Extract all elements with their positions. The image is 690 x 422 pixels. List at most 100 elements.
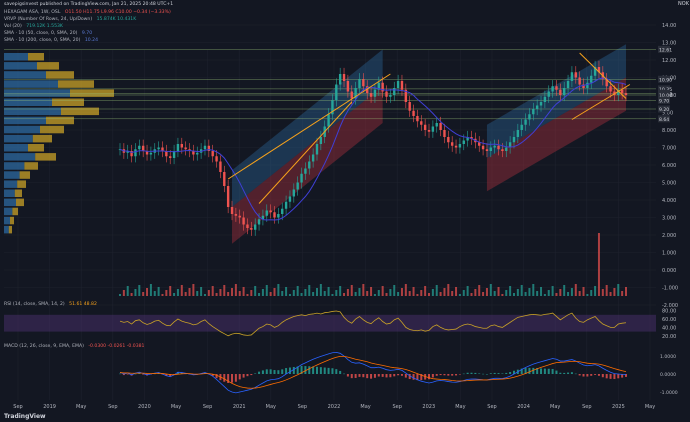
- volume-bar: [385, 293, 388, 296]
- profile-bar-up: [4, 216, 10, 225]
- macd-histogram-bar: [261, 370, 264, 374]
- volume-bar: [130, 293, 133, 296]
- profile-bar-up: [4, 125, 40, 134]
- profile-bar-up: [4, 116, 46, 125]
- candle-body: [169, 156, 172, 158]
- y-tick-label: 14.00: [662, 23, 676, 29]
- volume-bar: [265, 285, 268, 296]
- volume-bar: [285, 287, 288, 296]
- candle-body: [311, 154, 315, 162]
- volume-bar: [335, 290, 338, 296]
- x-tick-label: May: [76, 404, 86, 410]
- profile-bar-down: [19, 171, 30, 179]
- macd-histogram-bar: [343, 373, 346, 375]
- volume-bar: [509, 286, 512, 296]
- volume-bar: [540, 287, 543, 296]
- volume-bar: [315, 288, 318, 296]
- candle-body: [219, 161, 222, 172]
- x-tick-label: 2023: [422, 404, 435, 410]
- y-tick-label: -1.000: [662, 286, 678, 292]
- macd-histogram-bar: [404, 374, 407, 378]
- macd-histogram-bar: [505, 372, 508, 374]
- macd-histogram-bar: [451, 374, 454, 376]
- volume-bar: [532, 284, 535, 296]
- x-tick-label: May: [171, 404, 181, 410]
- volume-bar: [242, 287, 245, 296]
- price-chart[interactable]: -2.000-1.0000.0001.0002.0003.0004.0005.0…: [0, 0, 690, 422]
- candle-body: [265, 210, 268, 216]
- candle-body: [277, 214, 280, 218]
- rsi-legend[interactable]: RSI (14, close, SMA, 14, 2) 51.61 48.82: [4, 302, 100, 308]
- candle-body: [346, 81, 350, 92]
- macd-legend[interactable]: MACD (12, 26, close, 9, EMA, EMA) -0.030…: [4, 344, 147, 350]
- macd-histogram-bar: [497, 373, 500, 374]
- volume-bar: [149, 284, 152, 296]
- macd-histogram-bar: [358, 374, 361, 377]
- macd-histogram-bar: [543, 368, 546, 374]
- volume-bar: [211, 286, 214, 296]
- volume-bar: [466, 286, 469, 296]
- profile-bar-down: [10, 216, 14, 225]
- symbol-legend[interactable]: HEXAGAM ASA, 1W, OSL O11.50 H11.75 L9.96…: [4, 10, 174, 16]
- volume-bar: [350, 285, 353, 296]
- volume-bar: [184, 292, 187, 296]
- macd-histogram-bar: [489, 373, 492, 374]
- x-tick-label: Sep: [487, 404, 496, 410]
- publish-line: savepigsinvest published on TradingView.…: [4, 2, 174, 7]
- sma50-value: 9.70: [81, 31, 93, 36]
- volume-bar: [597, 233, 600, 296]
- vrvp-legend[interactable]: VRVP (Number Of Rows, 24, Up/Down) 15.87…: [4, 17, 139, 23]
- candle-body: [543, 96, 547, 102]
- volume-bar: [223, 285, 226, 296]
- y-tick-label: 4.000: [662, 198, 676, 204]
- price-label: 9.20: [659, 107, 669, 113]
- macd-histogram-bar: [339, 370, 342, 374]
- candle-body: [196, 152, 199, 155]
- volume-bar: [296, 286, 299, 296]
- profile-bar-up: [4, 80, 58, 88]
- profile-bar-down: [46, 71, 74, 79]
- volume-bar: [308, 285, 311, 296]
- macd-histogram-bar: [428, 374, 431, 380]
- volume-bar: [188, 288, 191, 296]
- candle-body: [570, 72, 574, 81]
- candle-body: [138, 145, 141, 150]
- candle-body: [203, 145, 207, 150]
- volume-bar: [277, 284, 280, 296]
- volume-bar: [126, 286, 129, 296]
- profile-bar-up: [4, 189, 15, 197]
- volume-bar: [327, 287, 330, 296]
- macd-histogram-bar: [281, 369, 284, 374]
- sma50-legend[interactable]: SMA · 10 (50, close, 0, SMA, 20) 9.70: [4, 31, 95, 37]
- candle-body: [420, 121, 423, 125]
- volume-bar: [489, 284, 492, 296]
- volume-bar: [420, 290, 423, 296]
- volume-bar: [323, 291, 326, 296]
- candle-body: [269, 210, 272, 213]
- macd-histogram-bar: [285, 368, 288, 374]
- x-tick-label: 2020: [138, 404, 151, 410]
- candle-body: [520, 124, 523, 130]
- volume-bar: [412, 287, 415, 296]
- macd-histogram-bar: [308, 366, 311, 374]
- volume-bar: [528, 288, 531, 296]
- volume-bar: [574, 284, 577, 296]
- profile-bar-up: [4, 180, 18, 188]
- vol-legend[interactable]: Vol (20) 719.12K 1.553K: [4, 24, 66, 30]
- candle-body: [578, 77, 581, 85]
- volume-bar: [219, 289, 222, 296]
- volume-bar: [346, 289, 349, 296]
- macd-histogram-bar: [443, 374, 446, 376]
- volume-bar: [373, 294, 376, 296]
- rsi-tick-label: 40.00: [662, 325, 676, 331]
- sma200-legend[interactable]: SMA · 10 (200, close, 0, SMA, 20) 10.24: [4, 38, 101, 44]
- profile-bar-down: [58, 80, 94, 88]
- profile-bar-up: [4, 53, 28, 61]
- volume-bar: [563, 285, 566, 296]
- time-axis[interactable]: Sep 2019 May Sep 2020 May Sep 2021 May Sep 2022 May…: [13, 404, 655, 410]
- tradingview-logo[interactable]: TradingView: [4, 413, 46, 420]
- macd-histogram-bar: [370, 374, 373, 379]
- candle-body: [288, 196, 292, 202]
- candle-body: [586, 82, 589, 88]
- volume-bar: [273, 288, 276, 296]
